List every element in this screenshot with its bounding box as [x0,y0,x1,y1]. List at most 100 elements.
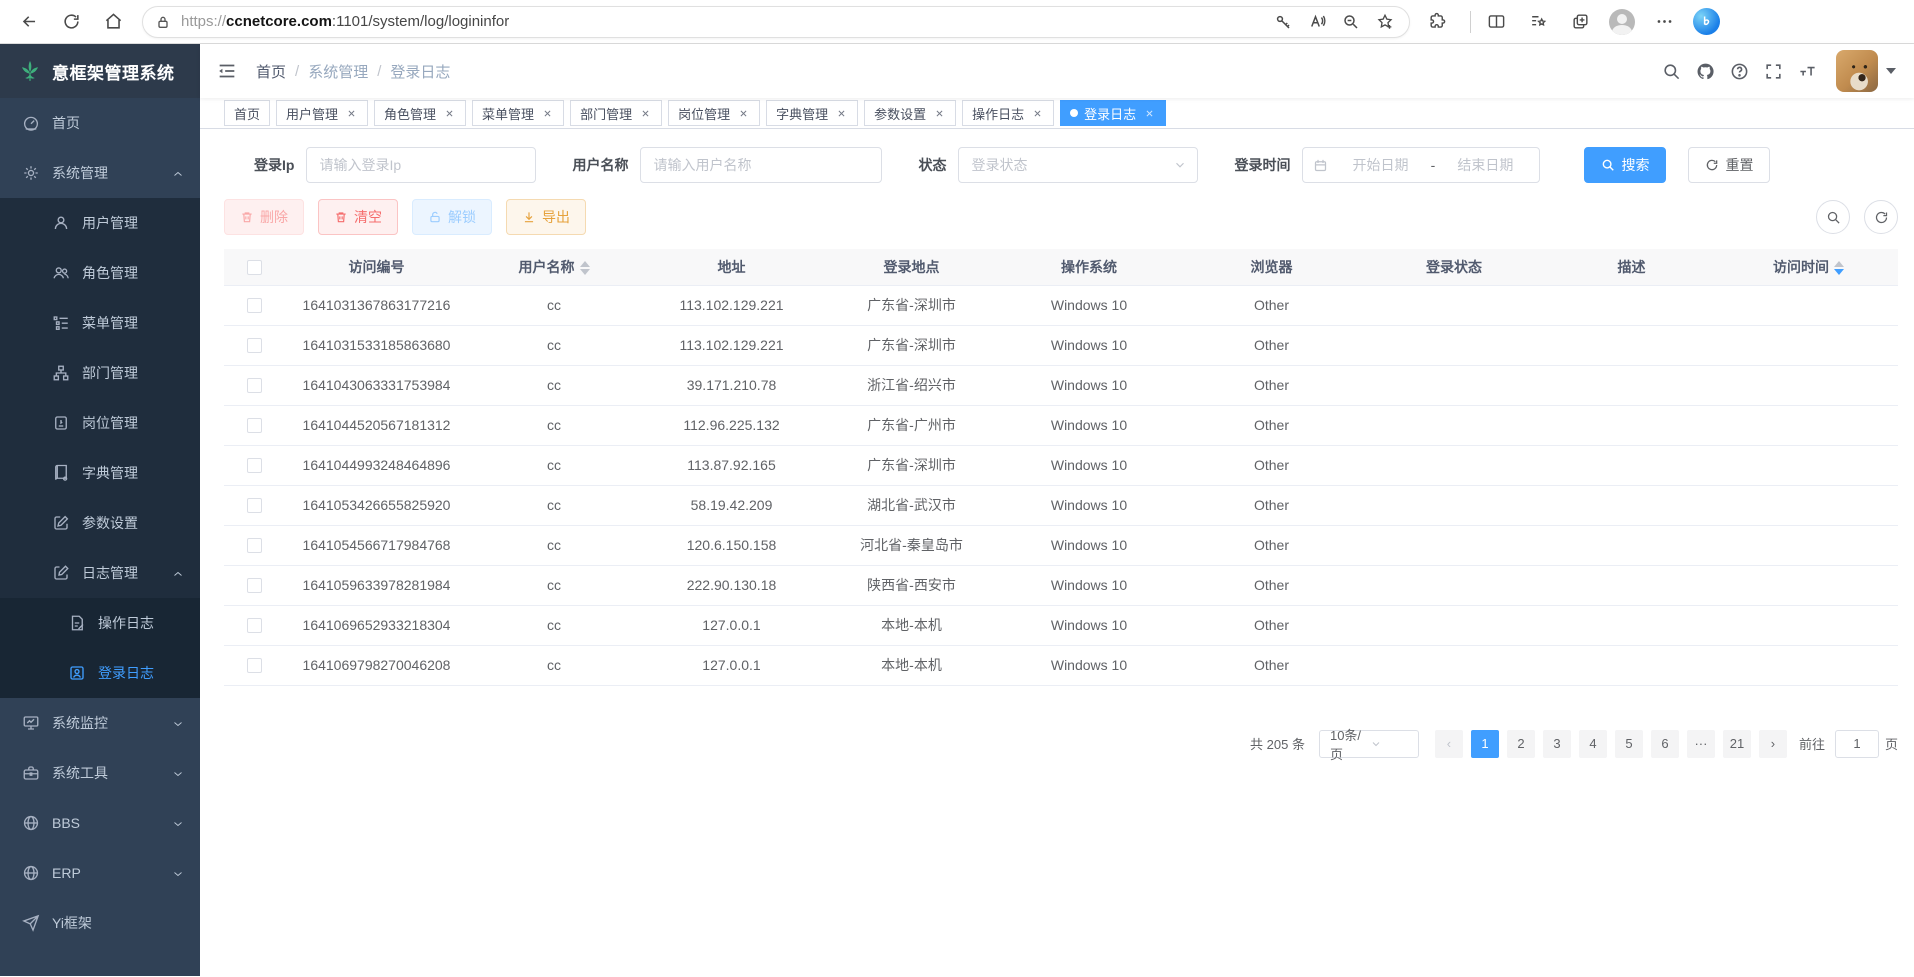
table-row[interactable]: 1641069652933218304cc127.0.0.1本地-本机Windo… [224,605,1898,645]
table-row[interactable]: 1641054566717984768cc120.6.150.158河北省-秦皇… [224,525,1898,565]
sidebar-item[interactable]: 系统监控 [0,698,200,748]
row-checkbox[interactable] [247,538,262,553]
sidebar-item[interactable]: 岗位管理 [0,398,200,448]
table-row[interactable]: 1641044520567181312cc112.96.225.132广东省-广… [224,405,1898,445]
row-checkbox[interactable] [247,338,262,353]
refresh-icon[interactable] [54,5,88,39]
table-row[interactable]: 1641043063331753984cc39.171.210.78浙江省-绍兴… [224,365,1898,405]
caret-down-icon[interactable] [1886,68,1896,74]
fullscreen-icon[interactable] [1756,56,1790,86]
toggle-search-button[interactable] [1816,200,1850,234]
row-checkbox[interactable] [247,298,262,313]
page-button[interactable]: 6 [1651,730,1679,758]
tab[interactable]: 登录日志 [1060,100,1166,126]
close-icon[interactable] [932,106,946,120]
menu-fold-icon[interactable] [216,60,238,82]
more-icon[interactable] [1647,5,1681,39]
extensions-icon[interactable] [1420,5,1454,39]
tab[interactable]: 操作日志 [962,100,1054,126]
tab[interactable]: 部门管理 [570,100,662,126]
page-button[interactable]: 2 [1507,730,1535,758]
sidebar-item[interactable]: 字典管理 [0,448,200,498]
close-icon[interactable] [638,106,652,120]
tab[interactable]: 参数设置 [864,100,956,126]
add-favorite-icon[interactable] [1371,8,1399,36]
font-size-icon[interactable] [1790,56,1824,86]
tab[interactable]: 用户管理 [276,100,368,126]
search-button[interactable]: 搜索 [1584,147,1666,183]
help-icon[interactable] [1722,56,1756,86]
select-all-checkbox[interactable] [247,260,262,275]
sidebar-item[interactable]: 操作日志 [0,598,200,648]
row-checkbox[interactable] [247,658,262,673]
delete-button[interactable]: 删除 [224,199,304,235]
close-icon[interactable] [1030,106,1044,120]
page-button[interactable]: 21 [1723,730,1751,758]
github-icon[interactable] [1688,56,1722,86]
unlock-button[interactable]: 解锁 [412,199,492,235]
home-icon[interactable] [96,5,130,39]
tab[interactable]: 角色管理 [374,100,466,126]
sidebar-item[interactable]: 参数设置 [0,498,200,548]
goto-page-input[interactable] [1835,730,1879,758]
password-key-icon[interactable] [1269,8,1297,36]
sidebar-item[interactable]: 用户管理 [0,198,200,248]
page-button[interactable]: 3 [1543,730,1571,758]
tab[interactable]: 字典管理 [766,100,858,126]
split-screen-icon[interactable] [1479,5,1513,39]
row-checkbox[interactable] [247,618,262,633]
zoom-out-icon[interactable] [1337,8,1365,36]
tab[interactable]: 首页 [224,100,270,126]
sidebar-item[interactable]: 系统管理 [0,148,200,198]
row-checkbox[interactable] [247,578,262,593]
sidebar-item[interactable]: 首页 [0,98,200,148]
sidebar-item[interactable]: 部门管理 [0,348,200,398]
sort-carets-icon[interactable] [1834,261,1844,275]
sort-carets-icon[interactable] [580,261,590,275]
table-row[interactable]: 1641059633978281984cc222.90.130.18陕西省-西安… [224,565,1898,605]
column-header[interactable]: 用户名称 [469,249,639,285]
refresh-table-button[interactable] [1864,200,1898,234]
close-icon[interactable] [834,106,848,120]
row-checkbox[interactable] [247,418,262,433]
user-name-input[interactable] [640,147,882,183]
row-checkbox[interactable] [247,458,262,473]
page-button[interactable]: 5 [1615,730,1643,758]
breadcrumb-home[interactable]: 首页 [256,61,286,82]
table-row[interactable]: 1641053426655825920cc58.19.42.209湖北省-武汉市… [224,485,1898,525]
table-row[interactable]: 1641031533185863680cc113.102.129.221广东省-… [224,325,1898,365]
browser-profile-icon[interactable] [1605,5,1639,39]
column-header[interactable]: 访问时间 [1719,249,1898,285]
duplicate-tab-icon[interactable] [1563,5,1597,39]
read-aloud-icon[interactable] [1303,8,1331,36]
address-bar[interactable]: https://ccnetcore.com:1101/system/log/lo… [142,6,1410,38]
sidebar-item[interactable]: ERP [0,848,200,898]
next-page-button[interactable]: › [1759,730,1787,758]
search-icon[interactable] [1654,56,1688,86]
status-select[interactable]: 登录状态 [958,147,1198,183]
sidebar-item[interactable]: 系统工具 [0,748,200,798]
sidebar-item[interactable]: BBS [0,798,200,848]
close-icon[interactable] [1142,106,1156,120]
page-size-select[interactable]: 10条/页 [1319,730,1419,758]
close-icon[interactable] [736,106,750,120]
date-range-picker[interactable]: 开始日期 - 结束日期 [1302,147,1540,183]
sidebar-item[interactable]: 角色管理 [0,248,200,298]
export-button[interactable]: 导出 [506,199,586,235]
close-icon[interactable] [442,106,456,120]
close-icon[interactable] [540,106,554,120]
page-button[interactable]: 4 [1579,730,1607,758]
sidebar-item[interactable]: 日志管理 [0,548,200,598]
avatar[interactable] [1836,50,1878,92]
sidebar-item[interactable]: Yi框架 [0,898,200,948]
tab[interactable]: 岗位管理 [668,100,760,126]
clear-button[interactable]: 清空 [318,199,398,235]
more-pages-button[interactable]: ··· [1687,730,1715,758]
sidebar-item[interactable]: 菜单管理 [0,298,200,348]
prev-page-button[interactable]: ‹ [1435,730,1463,758]
table-row[interactable]: 1641044993248464896cc113.87.92.165广东省-深圳… [224,445,1898,485]
page-button[interactable]: 1 [1471,730,1499,758]
sidebar-item[interactable]: 登录日志 [0,648,200,698]
table-row[interactable]: 1641069798270046208cc127.0.0.1本地-本机Windo… [224,645,1898,685]
reset-button[interactable]: 重置 [1688,147,1770,183]
